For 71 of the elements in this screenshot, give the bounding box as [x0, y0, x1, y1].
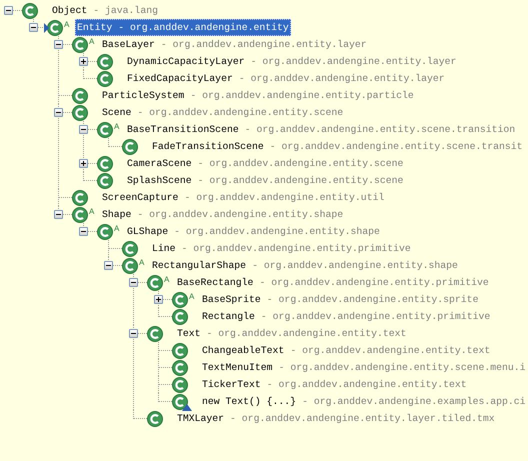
tree-item[interactable]: CameraScene - org.anddev.andengine.entity.scene	[125, 155, 406, 172]
tree-item[interactable]: TextMenuItem - org.anddev.andengine.entity.scene.menu.i	[200, 359, 528, 376]
package-label: - org.anddev.andengine.entity.scene.transit	[270, 141, 523, 152]
collapse-toggle[interactable]	[54, 210, 63, 219]
abstract-marker: A	[114, 225, 120, 233]
expand-toggle[interactable]	[79, 57, 88, 66]
package-label: - org.anddev.andengine.entity.util	[184, 192, 384, 203]
collapse-toggle[interactable]	[129, 329, 138, 338]
tree-item[interactable]: Line - org.anddev.andengine.entity.primitive	[150, 240, 413, 257]
package-label: - org.anddev.andengine.entity.sprite	[266, 294, 478, 305]
tree-item[interactable]: RectangularShape - org.anddev.andengine.entity.shape	[150, 257, 460, 274]
package-label: - org.anddev.andengine.examples.app.ci	[302, 396, 526, 407]
tree-item[interactable]: Object - java.lang	[50, 2, 160, 19]
tree-item[interactable]: Rectangle - org.anddev.andengine.entity.primitive	[200, 308, 492, 325]
tree-item[interactable]: ScreenCapture - org.anddev.andengine.entity.util	[100, 189, 386, 206]
collapse-toggle[interactable]	[54, 40, 63, 49]
tree-item[interactable]: BaseRectangle - org.anddev.andengine.entity.primitive	[175, 274, 491, 291]
collapse-toggle[interactable]	[79, 227, 88, 236]
package-label: - org.anddev.andengine.entity.layer	[250, 56, 456, 67]
package-label: - org.anddev.andengine.entity.layer	[238, 73, 445, 84]
tree-item[interactable]: Entity - org.anddev.andengine.entity	[75, 19, 291, 36]
abstract-marker: A	[189, 293, 194, 301]
tree-item[interactable]: Text - org.anddev.andengine.entity.text	[175, 325, 408, 342]
tree-item[interactable]: FixedCapacityLayer - org.anddev.andengine.entity.layer	[125, 70, 447, 87]
collapse-toggle[interactable]	[54, 108, 63, 117]
tree-item[interactable]: ParticleSystem - org.anddev.andengine.entity.particle	[100, 87, 416, 104]
tree-item[interactable]: FadeTransitionScene - org.anddev.andengine.entity.scene.transit	[150, 138, 525, 155]
collapse-toggle[interactable]	[129, 278, 138, 287]
package-label: - org.anddev.andengine.entity	[118, 22, 289, 33]
package-label: - org.anddev.andengine.entity.shape	[137, 209, 344, 220]
package-label: - java.lang	[93, 5, 158, 16]
tree-item[interactable]: SplashScene - org.anddev.andengine.entity.scene	[125, 172, 406, 189]
package-label: - org.anddev.andengine.entity.text	[206, 328, 406, 339]
tree-item[interactable]: BaseSprite - org.anddev.andengine.entity.sprite	[200, 291, 480, 308]
abstract-marker: A	[164, 276, 170, 284]
package-label: - org.anddev.andengine.entity.scene	[198, 158, 404, 169]
abstract-marker: A	[139, 259, 144, 267]
tree-item[interactable]: new Text() {...} - org.anddev.andengine.examples.app.ci	[200, 393, 528, 410]
tree-item[interactable]: BaseTransitionScene - org.anddev.andengine.entity.scene.transition	[125, 121, 518, 138]
package-label: - org.anddev.andengine.entity.scene.menu.i	[278, 362, 526, 373]
tree-item[interactable]: Scene - org.anddev.andengine.entity.scene	[100, 104, 346, 121]
package-label: - org.anddev.andengine.entity.primitive	[182, 243, 411, 254]
abstract-marker: A	[89, 38, 94, 46]
tree-item[interactable]: TickerText - org.anddev.andengine.entity.text	[200, 376, 469, 393]
package-label: - org.anddev.andengine.entity.text	[290, 345, 490, 356]
tree-item[interactable]: TMXLayer - org.anddev.andengine.entity.layer.tiled.tmx	[175, 410, 497, 427]
collapse-toggle[interactable]	[29, 23, 38, 32]
package-label: - org.anddev.andengine.entity.primitive	[260, 311, 490, 322]
package-label: - org.anddev.andengine.entity.shape	[174, 226, 380, 237]
package-label: - org.anddev.andengine.entity.layer.tiled.tmx	[230, 413, 495, 424]
package-label: - org.anddev.andengine.entity.primitive	[259, 277, 489, 288]
tree-item[interactable]: DynamicCapacityLayer - org.anddev.andengine.entity.layer	[125, 53, 458, 70]
collapse-toggle[interactable]	[4, 6, 13, 15]
collapse-toggle[interactable]	[79, 125, 88, 134]
package-label: - org.anddev.andengine.entity.scene	[198, 175, 404, 186]
abstract-marker: A	[114, 123, 120, 131]
tree-item[interactable]: GLShape - org.anddev.andengine.entity.shape	[125, 223, 382, 240]
abstract-marker: A	[64, 21, 70, 29]
package-label: - org.anddev.andengine.entity.particle	[190, 90, 414, 101]
collapse-toggle[interactable]	[104, 261, 113, 270]
expand-toggle[interactable]	[154, 295, 163, 304]
package-label: - org.anddev.andengine.entity.text	[266, 379, 467, 390]
tree-item[interactable]: Shape - org.anddev.andengine.entity.shape	[100, 206, 346, 223]
package-label: - org.anddev.andengine.entity.scene	[137, 107, 344, 118]
tree-item[interactable]: BaseLayer - org.anddev.andengine.entity.layer	[100, 36, 369, 53]
package-label: - org.anddev.andengine.entity.scene.transition	[244, 124, 516, 135]
package-label: - org.anddev.andengine.entity.shape	[252, 260, 458, 271]
package-label: - org.anddev.andengine.entity.layer	[160, 39, 367, 50]
expand-toggle[interactable]	[79, 159, 88, 168]
abstract-marker: A	[89, 208, 94, 216]
tree-item[interactable]: ChangeableText - org.anddev.andengine.entity.text	[200, 342, 492, 359]
